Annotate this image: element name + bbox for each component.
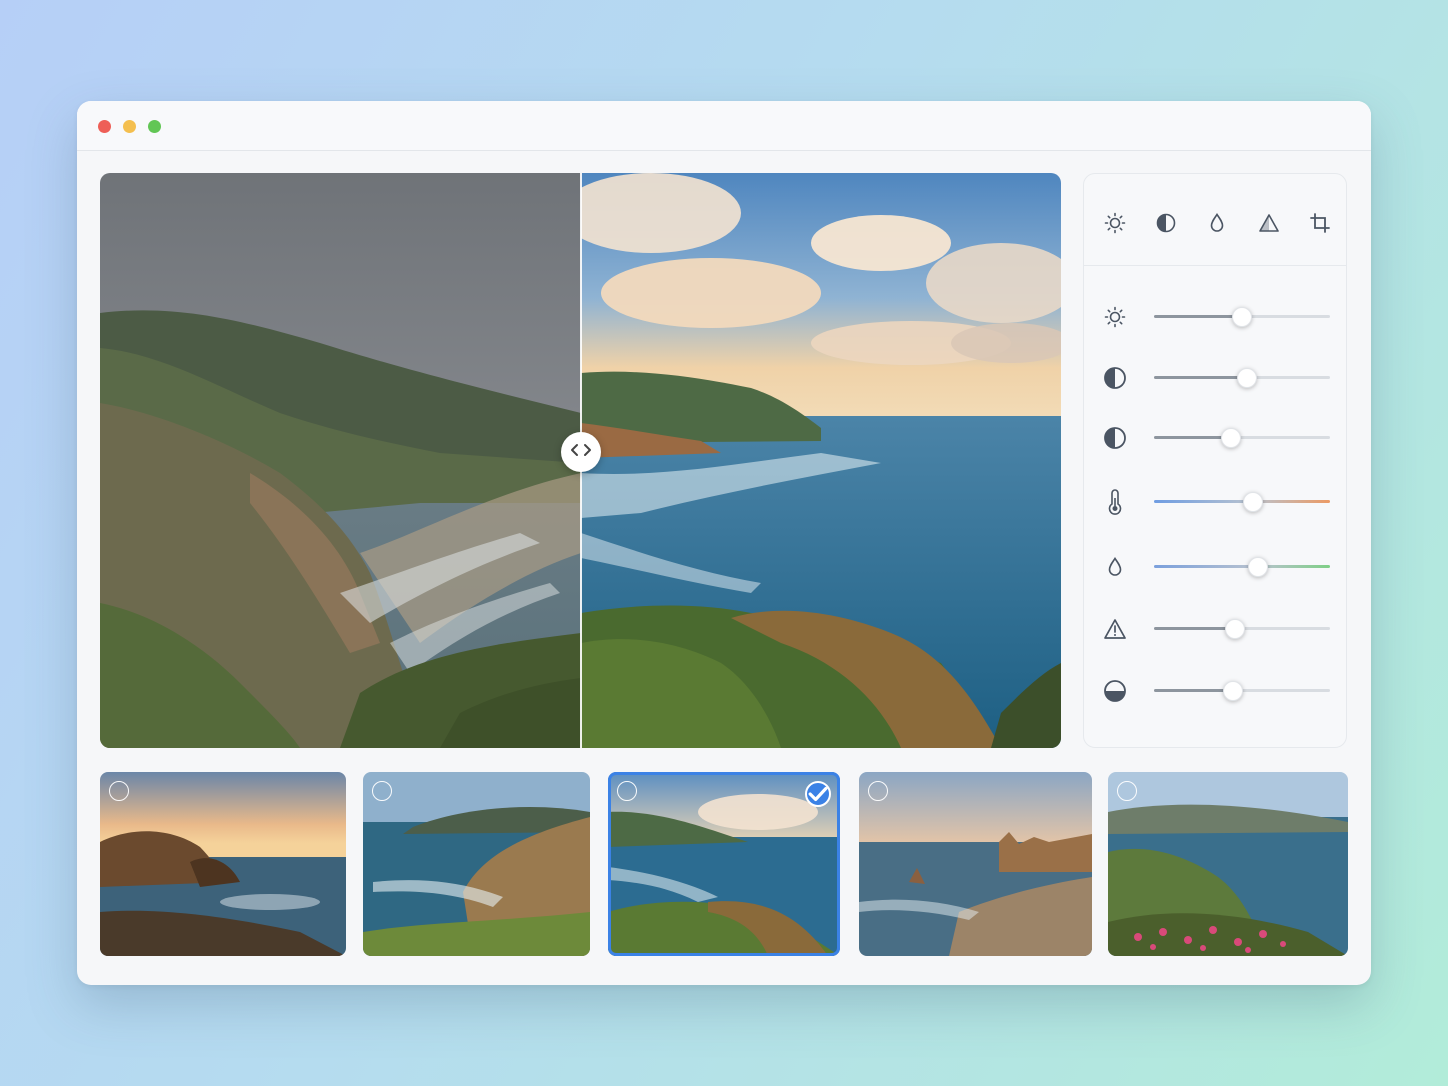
slider-vignette[interactable] (1084, 670, 1346, 710)
minimize-button[interactable] (123, 120, 136, 133)
contrast-icon (1102, 365, 1128, 391)
droplet-icon (1102, 554, 1128, 580)
select-radio[interactable] (1117, 781, 1137, 801)
tab-color[interactable] (1204, 210, 1230, 236)
half-circle-icon (1156, 213, 1176, 233)
sun-icon (1104, 212, 1126, 234)
selected-check-icon[interactable] (805, 781, 831, 807)
triangle-icon (1102, 616, 1128, 642)
close-button[interactable] (98, 120, 111, 133)
after-image (581, 173, 1061, 748)
triangle-icon (1259, 214, 1279, 232)
highlights-track[interactable] (1154, 436, 1330, 439)
highlights-slider-thumb[interactable] (1221, 428, 1242, 448)
sharpness-slider-thumb[interactable] (1224, 619, 1245, 639)
contrast-slider-thumb[interactable] (1237, 368, 1258, 388)
select-radio[interactable] (617, 781, 637, 801)
contrast-icon (1102, 425, 1128, 451)
thermometer-icon (1102, 489, 1128, 515)
filmstrip (100, 772, 1348, 957)
before-after-viewer[interactable] (100, 173, 1061, 748)
tab-contrast[interactable] (1153, 210, 1179, 236)
select-radio[interactable] (109, 781, 129, 801)
thumbnail-flower-headland[interactable] (1108, 772, 1348, 956)
select-radio[interactable] (868, 781, 888, 801)
temperature-slider-thumb[interactable] (1242, 492, 1263, 512)
tint-slider-thumb[interactable] (1247, 557, 1268, 577)
slider-contrast[interactable] (1084, 357, 1346, 397)
thumbnail-coastal-cliffs[interactable] (608, 772, 840, 956)
slider-exposure[interactable] (1084, 296, 1346, 336)
exposure-slider-thumb[interactable] (1232, 307, 1252, 327)
tint-track[interactable] (1154, 565, 1330, 568)
adjustments-panel (1083, 173, 1347, 748)
slider-temperature[interactable] (1084, 481, 1346, 521)
thumbnail-green-cliff-bay[interactable] (363, 772, 590, 956)
zoom-button[interactable] (148, 120, 161, 133)
vignette-slider-thumb[interactable] (1223, 681, 1244, 701)
thumbnail-sunset-sea-stacks[interactable] (100, 772, 346, 956)
slider-sharpness[interactable] (1084, 608, 1346, 648)
slider-highlights[interactable] (1084, 417, 1346, 457)
chevrons-left-right-icon (570, 443, 592, 462)
slider-tint[interactable] (1084, 546, 1346, 586)
crop-icon (1310, 213, 1330, 233)
tab-light[interactable] (1102, 210, 1128, 236)
half-circle-icon (1102, 678, 1128, 704)
tab-crop[interactable] (1307, 210, 1333, 236)
tool-tabs (1084, 174, 1346, 266)
app-window (77, 101, 1371, 985)
sun-icon (1102, 304, 1128, 330)
droplet-icon (1210, 213, 1224, 232)
before-image (100, 173, 581, 748)
title-bar (77, 101, 1371, 151)
tab-sharpen[interactable] (1256, 210, 1282, 236)
select-radio[interactable] (372, 781, 392, 801)
split-handle[interactable] (561, 432, 601, 472)
thumbnail-beach-sea-stacks[interactable] (859, 772, 1092, 956)
